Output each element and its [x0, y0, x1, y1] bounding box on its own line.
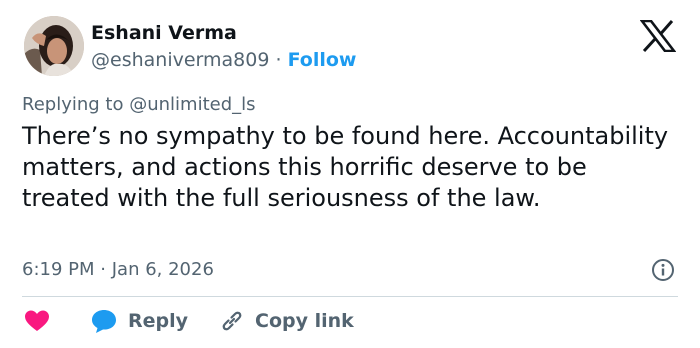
- timestamp-separator: ·: [100, 259, 106, 280]
- copy-link-label: Copy link: [255, 310, 354, 332]
- x-logo-icon[interactable]: [639, 19, 677, 53]
- tweet-time: 6:19 PM: [22, 259, 95, 280]
- copy-link-button[interactable]: Copy link: [188, 308, 354, 334]
- heart-icon: [25, 310, 49, 331]
- reply-mention-link[interactable]: @unlimited_ls: [129, 94, 255, 115]
- reply-bubble-icon: [92, 310, 116, 333]
- like-button[interactable]: [24, 309, 50, 333]
- tweet-date: Jan 6, 2026: [111, 259, 214, 280]
- follow-button[interactable]: Follow: [288, 49, 357, 71]
- reply-button[interactable]: Reply: [50, 308, 188, 334]
- reply-prefix: Replying to: [22, 94, 124, 115]
- author-handle[interactable]: @eshaniverma809: [91, 49, 269, 71]
- reply-context: Replying to @unlimited_ls: [22, 92, 256, 118]
- author-handle-line: @eshaniverma809 · Follow: [91, 47, 356, 73]
- handle-separator: ·: [275, 49, 282, 71]
- link-icon: [222, 311, 242, 331]
- tweet-card: Eshani Verma @eshaniverma809 · Follow Re…: [0, 0, 700, 348]
- info-icon[interactable]: [651, 258, 675, 282]
- avatar[interactable]: [24, 16, 84, 76]
- tweet-text: There’s no sympathy to be found here. Ac…: [22, 122, 669, 212]
- divider: [22, 296, 678, 297]
- tweet-timestamp[interactable]: 6:19 PM · Jan 6, 2026: [22, 257, 214, 283]
- action-bar: Reply Copy link: [24, 307, 354, 335]
- reply-label: Reply: [128, 310, 189, 332]
- author-name[interactable]: Eshani Verma: [91, 20, 237, 46]
